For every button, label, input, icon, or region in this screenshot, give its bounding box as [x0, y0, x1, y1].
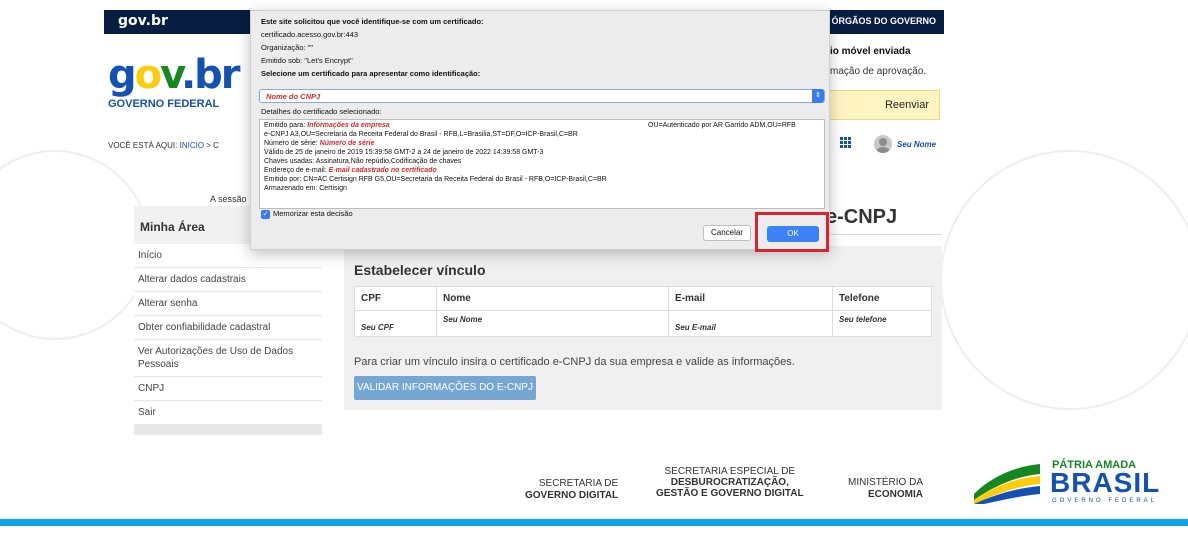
- sidebar-item-alterar-senha[interactable]: Alterar senha: [134, 292, 322, 316]
- apps-grid-icon[interactable]: [840, 137, 852, 149]
- resend-button-label: Reenviar: [884, 99, 929, 111]
- detail-validity: Válido de 25 de janeiro de 2019 15:39:58…: [264, 149, 544, 156]
- notice-text: mação de aprovação.: [830, 66, 927, 77]
- cell-email: Seu E-mail: [668, 310, 833, 337]
- sidebar-item-autorizacoes[interactable]: Ver Autorizações de Uso de Dados Pessoai…: [134, 340, 322, 377]
- dialog-select-prompt: Selecione um certificado para apresentar…: [261, 69, 481, 78]
- page-title: e-CNPJ: [826, 206, 898, 228]
- remember-decision-checkbox[interactable]: ✓ Memorizar esta decisão: [261, 209, 353, 219]
- user-name[interactable]: Seu Nome: [897, 140, 936, 149]
- column-header-email: E-mail: [668, 286, 833, 311]
- govbr-logo-word: gov.br: [108, 52, 240, 98]
- detail-issuer: Emitido por: CN=AC Certisign RFB G5,OU=S…: [264, 176, 607, 183]
- footer-secretaria-especial: SECRETARIA ESPECIAL DE DESBUROCRATIZAÇÃO…: [656, 466, 804, 499]
- watermark-seal-left: [0, 150, 150, 340]
- cancel-button[interactable]: Cancelar: [703, 225, 751, 241]
- footer-divider: [0, 519, 1188, 526]
- remember-decision-label: Memorizar esta decisão: [273, 209, 353, 218]
- notice-title: io móvel enviada: [830, 46, 911, 57]
- table-header-row: CPF Nome E-mail Telefone: [354, 286, 932, 311]
- detail-keys: Chaves usadas: Assinatura,Não repúdio,Co…: [264, 158, 462, 165]
- dialog-host: certificado.acesso.gov.br:443: [261, 30, 358, 39]
- details-label: Detalhes do certificado selecionado:: [261, 107, 382, 116]
- checkmark-icon: ✓: [261, 209, 270, 219]
- footer-secretaria-governo-digital: SECRETARIA DE GOVERNO DIGITAL: [525, 478, 619, 501]
- cell-cpf: Seu CPF: [354, 310, 437, 337]
- certificate-select[interactable]: Nome do CNPJ ⇕: [259, 89, 825, 103]
- govbr-header-logo[interactable]: gov.br: [118, 13, 168, 29]
- certificate-dialog: Este site solicitou que você identifique…: [250, 10, 830, 252]
- governo-federal-label: GOVERNO FEDERAL: [108, 98, 220, 110]
- brazil-flag-wave-icon: [974, 464, 1040, 504]
- dialog-issued-under: Emitido sob: "Let's Encrypt": [261, 56, 353, 65]
- detail-issued-to-ou: OU=Autenticado por AR Garrido ADM,OU=RFB: [648, 122, 796, 129]
- footer-ministerio-economia: MINISTÉRIO DA ECONOMIA: [848, 477, 924, 500]
- table-row: Seu CPF Seu Nome Seu E-mail Seu telefone: [354, 310, 932, 337]
- column-header-cpf: CPF: [354, 286, 437, 311]
- detail-issued-to-value: Informações da empresa: [307, 122, 390, 129]
- cell-nome: Seu Nome: [436, 310, 669, 337]
- column-header-telefone: Telefone: [832, 286, 932, 311]
- title-divider: [826, 234, 942, 235]
- detail-issued-to: Emitido para: Informações da empresa: [264, 122, 390, 129]
- patria-amada-brasil-logo: PÁTRIA AMADA BRASIL GOVERNO FEDERAL: [972, 458, 1182, 518]
- section-title: Estabelecer vínculo: [354, 262, 486, 278]
- breadcrumb-separator: > C: [206, 141, 219, 150]
- cell-telefone: Seu telefone: [832, 310, 932, 337]
- sidebar-item-alterar-dados[interactable]: Alterar dados cadastrais: [134, 268, 322, 292]
- dialog-request-text: Este site solicitou que você identifique…: [261, 17, 484, 26]
- govbr-logo[interactable]: gov.br GOVERNO FEDERAL: [108, 52, 258, 122]
- ok-highlight-box: OK: [755, 212, 829, 252]
- validate-ecnpj-button[interactable]: VALIDAR INFORMAÇÕES DO E-CNPJ: [354, 376, 536, 400]
- breadcrumb-prefix: VOCÊ ESTÁ AQUI:: [108, 141, 178, 150]
- detail-email-value: E-mail cadastrado no certificado: [328, 167, 437, 174]
- sidebar-footer: [134, 425, 322, 435]
- session-text: A sessão: [210, 194, 247, 204]
- breadcrumb: VOCÊ ESTÁ AQUI: INICIO > C: [108, 141, 219, 150]
- column-header-nome: Nome: [436, 286, 669, 311]
- detail-serial: Número de série: Número de série: [264, 140, 375, 147]
- governo-federal-text: GOVERNO FEDERAL: [1052, 498, 1158, 504]
- chevron-updown-icon: ⇕: [812, 89, 824, 103]
- detail-email: Endereço de e-mail: E-mail cadastrado no…: [264, 167, 437, 174]
- ok-button[interactable]: OK: [767, 226, 819, 242]
- dialog-organization: Organização: "": [261, 43, 314, 52]
- orgaos-governo-link[interactable]: ÓRGÃOS DO GOVERNO: [831, 16, 936, 26]
- avatar[interactable]: [874, 135, 892, 153]
- sidebar-item-cnpj[interactable]: CNPJ: [134, 377, 322, 401]
- detail-stored: Armazenado em: Certisign: [264, 185, 347, 192]
- certificate-select-value: Nome do CNPJ: [266, 92, 321, 101]
- certificate-details-box: Emitido para: Informações da empresa OU=…: [259, 119, 825, 209]
- vinculo-panel: Estabelecer vínculo CPF Nome E-mail Tele…: [344, 246, 942, 410]
- resend-button[interactable]: Reenviar: [826, 90, 940, 120]
- breadcrumb-inicio-link[interactable]: INICIO: [180, 141, 204, 150]
- brasil-text: BRASIL: [1050, 467, 1161, 498]
- detail-serial-value: Número de série: [319, 140, 375, 147]
- watermark-seal-right: [940, 150, 1188, 410]
- push-notice: io móvel enviada mação de aprovação.: [830, 42, 942, 82]
- sidebar-item-confiabilidade[interactable]: Obter confiabilidade cadastral: [134, 316, 322, 340]
- detail-ecnpj: e-CNPJ A3,OU=Secretaria da Receita Feder…: [264, 131, 578, 138]
- vinculo-description: Para criar um vínculo insira o certifica…: [354, 356, 795, 368]
- vinculo-table: CPF Nome E-mail Telefone Seu CPF Seu Nom…: [354, 286, 932, 337]
- sidebar-item-sair[interactable]: Sair: [134, 401, 322, 425]
